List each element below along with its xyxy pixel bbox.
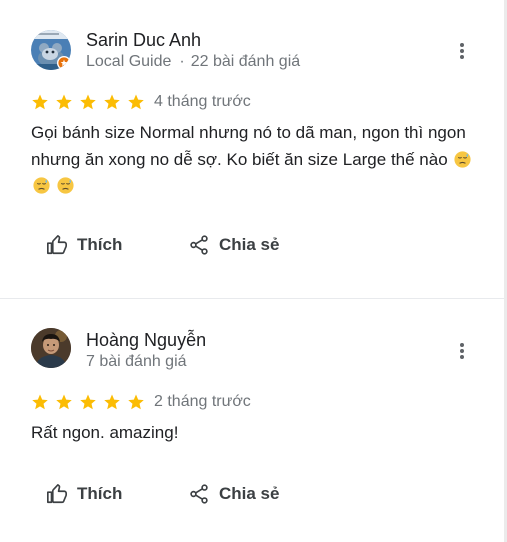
more-options-button[interactable] (450, 339, 474, 363)
like-button[interactable]: Thích (46, 480, 166, 508)
review-time: 2 tháng trước (154, 393, 251, 410)
star-icon (104, 94, 120, 110)
like-button[interactable]: Thích (46, 231, 166, 259)
review-card: Sarin Duc Anh Local Guide · 22 bài đánh gi… (0, 0, 504, 298)
star-icon (128, 94, 144, 110)
share-label: Chia sẻ (219, 484, 280, 503)
star-icon (32, 94, 48, 110)
author-name[interactable]: Hoàng Nguyễn (86, 330, 206, 351)
share-label: Chia sẻ (219, 235, 280, 254)
star-rating (31, 93, 151, 111)
review-count: 7 bài đánh giá (86, 353, 187, 370)
like-label: Thích (77, 235, 123, 254)
kebab-menu-icon (460, 343, 464, 359)
review-card: Hoàng Nguyễn 7 bài đánh giá 2 tháng trướ… (0, 299, 504, 542)
review-time: 4 tháng trước (154, 93, 251, 110)
share-button[interactable]: Chia sẻ (188, 480, 279, 508)
star-icon (56, 94, 72, 110)
author-meta: 7 bài đánh giá (86, 353, 187, 371)
local-guide-badge-icon (57, 56, 71, 70)
avatar[interactable] (31, 30, 71, 70)
thumb-up-icon (47, 484, 67, 504)
separator-dot: · (179, 53, 185, 70)
star-rating (31, 393, 151, 411)
author-name[interactable]: Sarin Duc Anh (86, 30, 201, 51)
review-text: Rất ngon. amazing! (31, 420, 481, 447)
star-icon (80, 94, 96, 110)
star-icon (80, 394, 96, 410)
downcast-sweat-emoji (454, 150, 471, 168)
share-icon (190, 235, 208, 255)
more-options-button[interactable] (450, 39, 474, 63)
review-body: Gọi bánh size Normal nhưng nó to dã man,… (31, 123, 466, 169)
star-icon (104, 394, 120, 410)
review-actions: Thích Chia sẻ (46, 480, 279, 508)
review-count: 22 bài đánh giá (190, 53, 301, 70)
like-label: Thích (77, 484, 123, 503)
review-text: Gọi bánh size Normal nhưng nó to dã man,… (31, 120, 481, 200)
star-icon (32, 394, 48, 410)
rating-row: 2 tháng trước (31, 392, 251, 412)
downcast-sweat-emoji (33, 177, 50, 194)
author-meta: Local Guide · 22 bài đánh giá (86, 53, 300, 71)
kebab-menu-icon (460, 43, 464, 59)
thumb-up-icon (47, 235, 67, 255)
star-icon (128, 394, 144, 410)
review-body: Rất ngon. amazing! (31, 423, 179, 442)
avatar[interactable] (31, 328, 71, 368)
rating-row: 4 tháng trước (31, 92, 251, 112)
review-actions: Thích Chia sẻ (46, 231, 279, 259)
share-button[interactable]: Chia sẻ (188, 231, 279, 259)
star-icon (56, 394, 72, 410)
local-guide-label: Local Guide (86, 53, 172, 70)
downcast-sweat-emoji (57, 177, 74, 194)
share-icon (190, 484, 208, 504)
